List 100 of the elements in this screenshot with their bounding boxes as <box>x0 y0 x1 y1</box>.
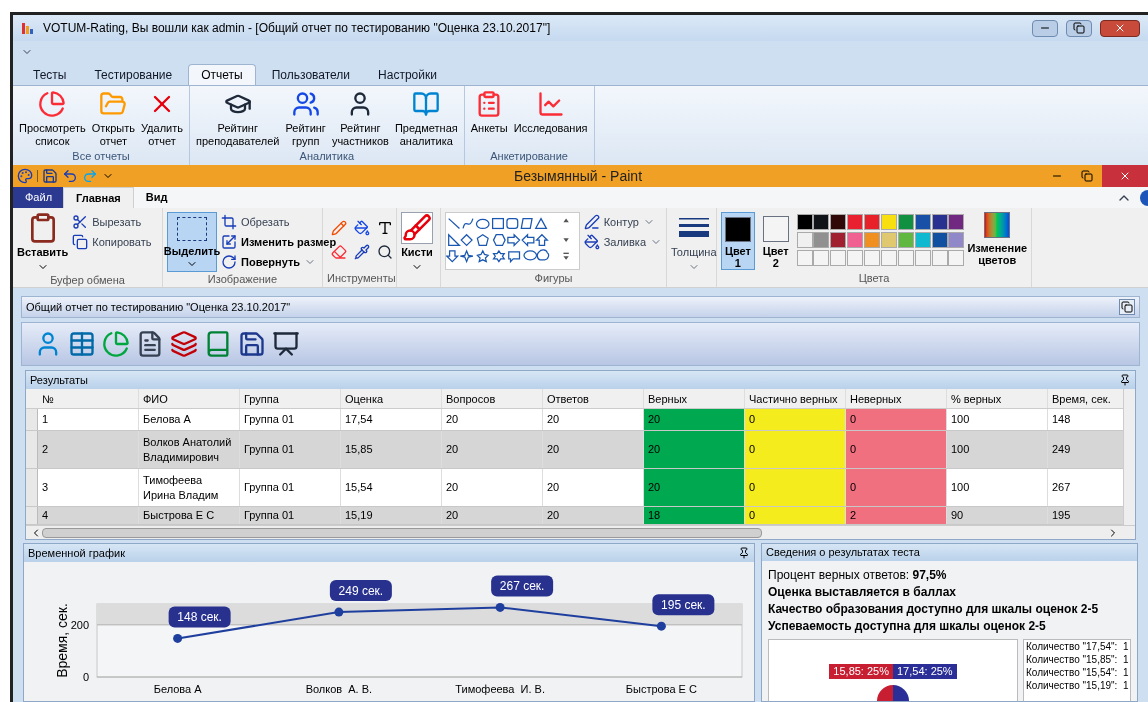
ribbon-button[interactable]: Вырезать <box>72 212 152 232</box>
close-button[interactable] <box>1100 19 1140 37</box>
ribbon-button[interactable]: Изменить размер <box>221 232 337 252</box>
column-header[interactable]: Ответов <box>543 389 644 408</box>
column-header[interactable]: Верных <box>644 389 745 408</box>
palette-swatch[interactable] <box>813 214 830 230</box>
data-label: 148 сек. <box>168 606 231 628</box>
ribbon-button[interactable]: Удалить отчет <box>138 122 185 148</box>
palette-swatch[interactable] <box>847 232 864 248</box>
table-cell: Группа 01 <box>240 507 341 524</box>
color-picker-icon[interactable] <box>354 244 370 260</box>
data-label: 195 сек. <box>652 594 715 616</box>
palette-swatch[interactable] <box>931 232 948 248</box>
table-cell: Группа 01 <box>240 431 341 468</box>
ribbon-button[interactable]: Рейтинг групп <box>283 122 328 148</box>
ribbon-button[interactable]: Копировать <box>72 232 152 252</box>
column-header[interactable]: Группа <box>240 389 341 408</box>
color-slot-button[interactable]: Цвет 1 <box>721 212 755 270</box>
ribbon-button[interactable]: Рейтинг участников <box>329 122 391 148</box>
undo-icon[interactable] <box>62 168 78 184</box>
palette-swatch[interactable] <box>796 232 813 248</box>
palette-swatch[interactable] <box>881 214 897 230</box>
ribbon-button[interactable]: Исследования <box>511 122 590 135</box>
minimize-button[interactable] <box>1032 19 1058 37</box>
palette-swatch[interactable] <box>830 232 847 248</box>
pencil-icon[interactable] <box>331 220 347 236</box>
tick-label: 0 <box>82 671 89 683</box>
column-header[interactable]: Оценка <box>341 389 442 408</box>
ribbon-tab[interactable]: Пользователи <box>259 64 363 85</box>
ribbon-tab[interactable]: Вид <box>133 187 180 208</box>
column-header[interactable]: Частично верных <box>745 389 846 408</box>
scroll-thumb[interactable] <box>42 527 762 538</box>
ribbon-button[interactable]: Предметная аналитика <box>392 122 460 148</box>
palette-swatch[interactable] <box>864 214 881 230</box>
resize-icon <box>221 234 237 250</box>
column-header[interactable]: Вопросов <box>442 389 543 408</box>
ribbon-tab[interactable]: Главная <box>63 187 134 208</box>
ribbon-tab[interactable]: Отчеты <box>188 64 256 85</box>
palette-swatch[interactable] <box>948 214 965 230</box>
edit-colors-button[interactable]: Изменение цветов <box>967 212 1027 266</box>
paint-bucket-icon[interactable] <box>354 220 370 236</box>
ribbon-button[interactable]: Открыть отчет <box>89 122 137 148</box>
presentation-icon[interactable] <box>272 330 300 358</box>
palette-swatch[interactable] <box>847 214 864 230</box>
pie-chart-icon <box>38 90 67 118</box>
column-header[interactable]: № <box>38 389 139 408</box>
table-cell: 20 <box>644 409 745 430</box>
ribbon-button[interactable]: Обрезать <box>221 212 337 232</box>
help-icon[interactable] <box>1140 190 1148 206</box>
table-cell: 100 <box>947 469 1048 506</box>
line-thickness-icon <box>678 216 709 240</box>
palette-swatch[interactable] <box>830 214 847 230</box>
ribbon-button[interactable]: Заливка <box>583 232 662 252</box>
vertical-scrollbar[interactable] <box>1123 389 1135 525</box>
palette-swatch[interactable] <box>864 232 881 248</box>
ribbon-button[interactable]: Рейтинг преподавателей <box>193 122 282 148</box>
ribbon-button[interactable]: Повернуть <box>221 252 337 272</box>
ribbon-button[interactable]: Контур <box>583 212 662 232</box>
palette-swatch[interactable] <box>796 214 813 230</box>
palette-swatch[interactable] <box>897 214 914 230</box>
palette-swatch[interactable] <box>948 232 965 248</box>
save-icon[interactable] <box>42 168 58 184</box>
ribbon-tab[interactable]: Тесты <box>21 64 79 85</box>
pin-icon[interactable] <box>738 547 750 559</box>
shapes-gallery-drawing[interactable] <box>445 212 580 270</box>
pin-icon[interactable] <box>1119 374 1131 386</box>
table-cell: 20 <box>442 431 543 468</box>
palette-swatch[interactable] <box>881 232 897 248</box>
document-title: Общий отчет по тестированию "Оценка 23.10.2017" <box>26 299 291 315</box>
table-cell: 0 <box>745 431 846 468</box>
paste-button[interactable]: Вставить <box>17 212 69 273</box>
ribbon-tab[interactable]: Тестирование <box>82 64 185 85</box>
ribbon-tab[interactable]: Настройки <box>366 64 449 85</box>
restore-button[interactable] <box>1119 299 1135 315</box>
crop-icon <box>221 214 237 230</box>
ribbon-button[interactable]: Анкеты <box>468 122 510 135</box>
column-header[interactable]: ФИО <box>139 389 240 408</box>
app-logo-icon <box>21 21 35 35</box>
horizontal-scrollbar[interactable] <box>26 525 1135 539</box>
data-label: 249 сек. <box>329 580 392 602</box>
color-slot-button[interactable]: Цвет 2 <box>758 212 793 270</box>
palette-swatch[interactable] <box>914 232 931 248</box>
text-icon[interactable] <box>377 220 393 236</box>
table-icon[interactable] <box>68 330 96 358</box>
palette-swatch[interactable] <box>897 232 914 248</box>
column-header[interactable]: Неверных <box>846 389 947 408</box>
palette-swatch[interactable] <box>931 214 948 230</box>
column-header[interactable]: % верных <box>947 389 1048 408</box>
dashed-square-icon <box>177 217 207 241</box>
close-icon <box>1119 170 1131 182</box>
palette-swatch[interactable] <box>914 214 931 230</box>
thickness-button[interactable]: Толщина <box>671 212 717 273</box>
ribbon-tab[interactable]: Файл <box>13 187 63 208</box>
magnifier-icon[interactable] <box>377 244 393 260</box>
restore-button[interactable] <box>1066 19 1092 37</box>
palette-swatch[interactable] <box>813 232 830 248</box>
stack-icon[interactable] <box>170 330 198 358</box>
brushes-button[interactable]: Кисти <box>401 212 433 273</box>
ribbon-button[interactable]: Просмотреть список <box>17 122 88 148</box>
pie-chart-icon[interactable] <box>102 330 130 358</box>
